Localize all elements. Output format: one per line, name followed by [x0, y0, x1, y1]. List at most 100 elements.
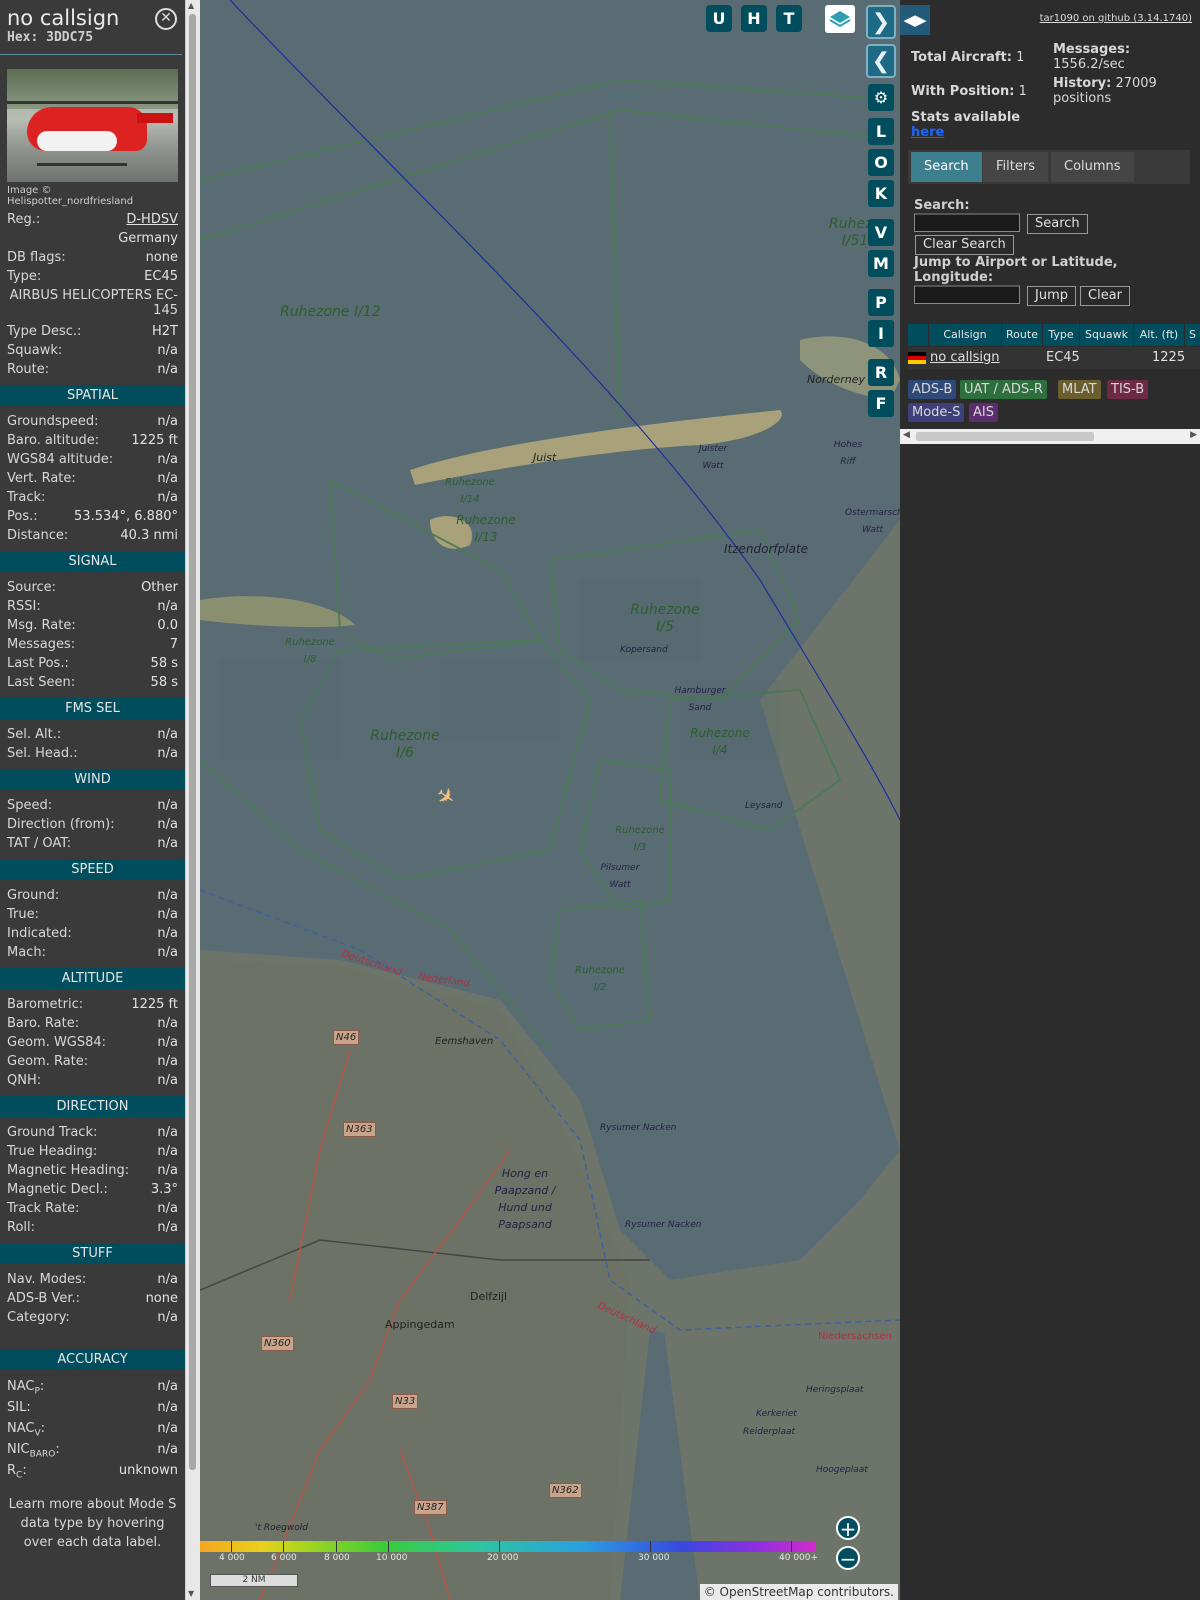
- map-button-r[interactable]: R: [868, 359, 894, 386]
- map-label-rysumer-nacken-1: Rysumer Nacken: [600, 1123, 677, 1133]
- column-header-speed[interactable]: S: [1185, 324, 1200, 346]
- info-row-value: n/a: [157, 1016, 178, 1031]
- map-button-u[interactable]: U: [706, 5, 732, 32]
- map-button-l[interactable]: L: [868, 118, 894, 145]
- tab-filters[interactable]: Filters: [983, 152, 1048, 182]
- map-attribution[interactable]: © OpenStreetMap contributors.: [699, 1584, 898, 1600]
- info-row-value: n/a: [157, 1310, 178, 1325]
- map-scale-bar: 2 NM: [210, 1574, 298, 1587]
- minus-icon: −: [839, 1547, 857, 1571]
- collapse-left-button[interactable]: ❮: [866, 44, 896, 78]
- tab-columns[interactable]: Columns: [1051, 152, 1134, 182]
- registration-link[interactable]: D-HDSV: [126, 210, 178, 229]
- info-row-label: Magnetic Heading:: [7, 1163, 130, 1178]
- map-button-t[interactable]: T: [776, 5, 802, 32]
- map-label-ostermarsch: Ostermarsch Watt: [845, 508, 900, 535]
- map-view[interactable]: Ruhezone I/12 Ruhezo I/51 Ruhezone I/14 …: [200, 0, 900, 1600]
- aircraft-hex: Hex: 3DDC75: [7, 30, 94, 45]
- map-label-n33: N33: [392, 1394, 419, 1409]
- search-button[interactable]: Search: [1027, 214, 1088, 234]
- info-row: Barometric: 1225 ft: [0, 995, 185, 1014]
- info-row-value: n/a: [157, 452, 178, 467]
- map-button-f[interactable]: F: [868, 390, 894, 417]
- sidebar-scrollbar-thumb[interactable]: [189, 14, 196, 1470]
- accuracy-label-text: NAC: [7, 1379, 35, 1394]
- jump-input[interactable]: [914, 285, 1020, 304]
- column-header-squawk[interactable]: Squawk: [1080, 324, 1133, 346]
- zoom-in-button[interactable]: +: [836, 1516, 860, 1540]
- scroll-up-arrow-icon[interactable]: ▲: [188, 1, 194, 10]
- scroll-right-arrow-icon[interactable]: ▶: [1190, 430, 1197, 440]
- scroll-left-arrow-icon[interactable]: ◀: [903, 430, 910, 440]
- map-button-m[interactable]: M: [868, 250, 894, 277]
- accuracy-row-value: n/a: [157, 1421, 178, 1436]
- altitude-legend-label: 20 000: [487, 1553, 519, 1563]
- germany-flag-icon: [908, 352, 926, 364]
- search-label: Search:: [914, 198, 970, 213]
- tab-search[interactable]: Search: [911, 152, 982, 182]
- settings-button[interactable]: ⚙: [868, 84, 894, 111]
- scroll-down-arrow-icon[interactable]: ▼: [188, 1589, 194, 1598]
- stats-link[interactable]: here: [911, 125, 944, 140]
- info-row-value: n/a: [157, 836, 178, 851]
- info-row-value: n/a: [157, 1054, 178, 1069]
- with-position-stat: With Position: 1: [911, 84, 1027, 99]
- accuracy-row-value: n/a: [157, 1379, 178, 1394]
- accuracy-row-value: unknown: [118, 1463, 178, 1478]
- github-link[interactable]: tar1090 on github (3.14.1740): [1040, 13, 1192, 24]
- altitude-legend-tick: [499, 1541, 500, 1552]
- accuracy-row-value: n/a: [157, 1442, 178, 1457]
- info-row-value: n/a: [157, 945, 178, 960]
- info-row-value: n/a: [157, 1144, 178, 1159]
- close-icon[interactable]: ✕: [155, 8, 177, 30]
- table-scrollbar-thumb[interactable]: [916, 432, 1094, 441]
- map-button-p[interactable]: P: [868, 289, 894, 316]
- row-callsign[interactable]: no callsign: [930, 347, 1000, 369]
- altitude-legend-label: 6 000: [271, 1553, 297, 1563]
- info-row-label: Nav. Modes:: [7, 1272, 87, 1287]
- info-row-value: 58 s: [150, 656, 178, 671]
- map-button-k[interactable]: K: [868, 180, 894, 207]
- info-row-label: True:: [7, 907, 39, 922]
- map-label-reiderplaat: Reiderplaat: [743, 1427, 796, 1437]
- layers-button[interactable]: [825, 5, 855, 33]
- toggle-sidebar-button[interactable]: ◀▶: [900, 5, 930, 35]
- column-header-route[interactable]: Route: [1002, 324, 1042, 346]
- aircraft-photo[interactable]: [7, 69, 178, 182]
- map-label-n362: N362: [549, 1483, 582, 1498]
- clear-jump-button[interactable]: Clear: [1080, 286, 1130, 306]
- map-label-pilsumer-watt: Pilsumer Watt: [600, 863, 640, 890]
- info-row-label: Route:: [7, 362, 50, 377]
- info-row-value: n/a: [157, 414, 178, 429]
- map-button-i[interactable]: I: [868, 320, 894, 347]
- table-horizontal-scrollbar[interactable]: ◀ ▶: [900, 429, 1200, 444]
- aircraft-list-panel: ◀▶ tar1090 on github (3.14.1740) Total A…: [900, 0, 1200, 1600]
- info-row-value: n/a: [157, 798, 178, 813]
- accuracy-label-subscript: C: [16, 1470, 23, 1481]
- aircraft-info-sidebar: no callsign Hex: 3DDC75 ✕ Image © Helisp…: [0, 0, 185, 1600]
- search-input[interactable]: [914, 213, 1020, 232]
- accuracy-row-label: NACV:: [7, 1421, 46, 1439]
- info-row: Track: n/a: [0, 488, 185, 507]
- altitude-legend-tick: [336, 1541, 337, 1552]
- expand-right-button[interactable]: ❯: [866, 5, 896, 39]
- column-header-flag[interactable]: [908, 324, 928, 346]
- zoom-out-button[interactable]: −: [836, 1546, 860, 1570]
- info-row-label: Messages:: [7, 637, 76, 652]
- column-header-type[interactable]: Type: [1043, 324, 1079, 346]
- clear-search-button[interactable]: Clear Search: [915, 235, 1014, 255]
- map-button-h[interactable]: H: [741, 5, 767, 32]
- column-header-callsign[interactable]: Callsign: [929, 324, 1001, 346]
- jump-button[interactable]: Jump: [1027, 286, 1076, 306]
- map-label-hoogeplaat: Hoogeplaat: [816, 1465, 868, 1475]
- history-stat: History: 27009 positions: [1053, 76, 1193, 106]
- legend-adsb: ADS-B: [908, 380, 957, 399]
- section-title-wind: WIND: [0, 769, 185, 790]
- column-header-altitude[interactable]: Alt. (ft): [1134, 324, 1184, 346]
- map-label-rysumer-nacken-2: Rysumer Nacken: [625, 1220, 702, 1230]
- photo-credit[interactable]: Image © Helispotter_nordfriesland: [0, 182, 185, 210]
- sidebar-scrollbar[interactable]: ▲ ▼: [185, 0, 200, 1600]
- map-button-v[interactable]: V: [868, 219, 894, 246]
- info-row-value: 58 s: [150, 675, 178, 690]
- map-button-o[interactable]: O: [868, 149, 894, 176]
